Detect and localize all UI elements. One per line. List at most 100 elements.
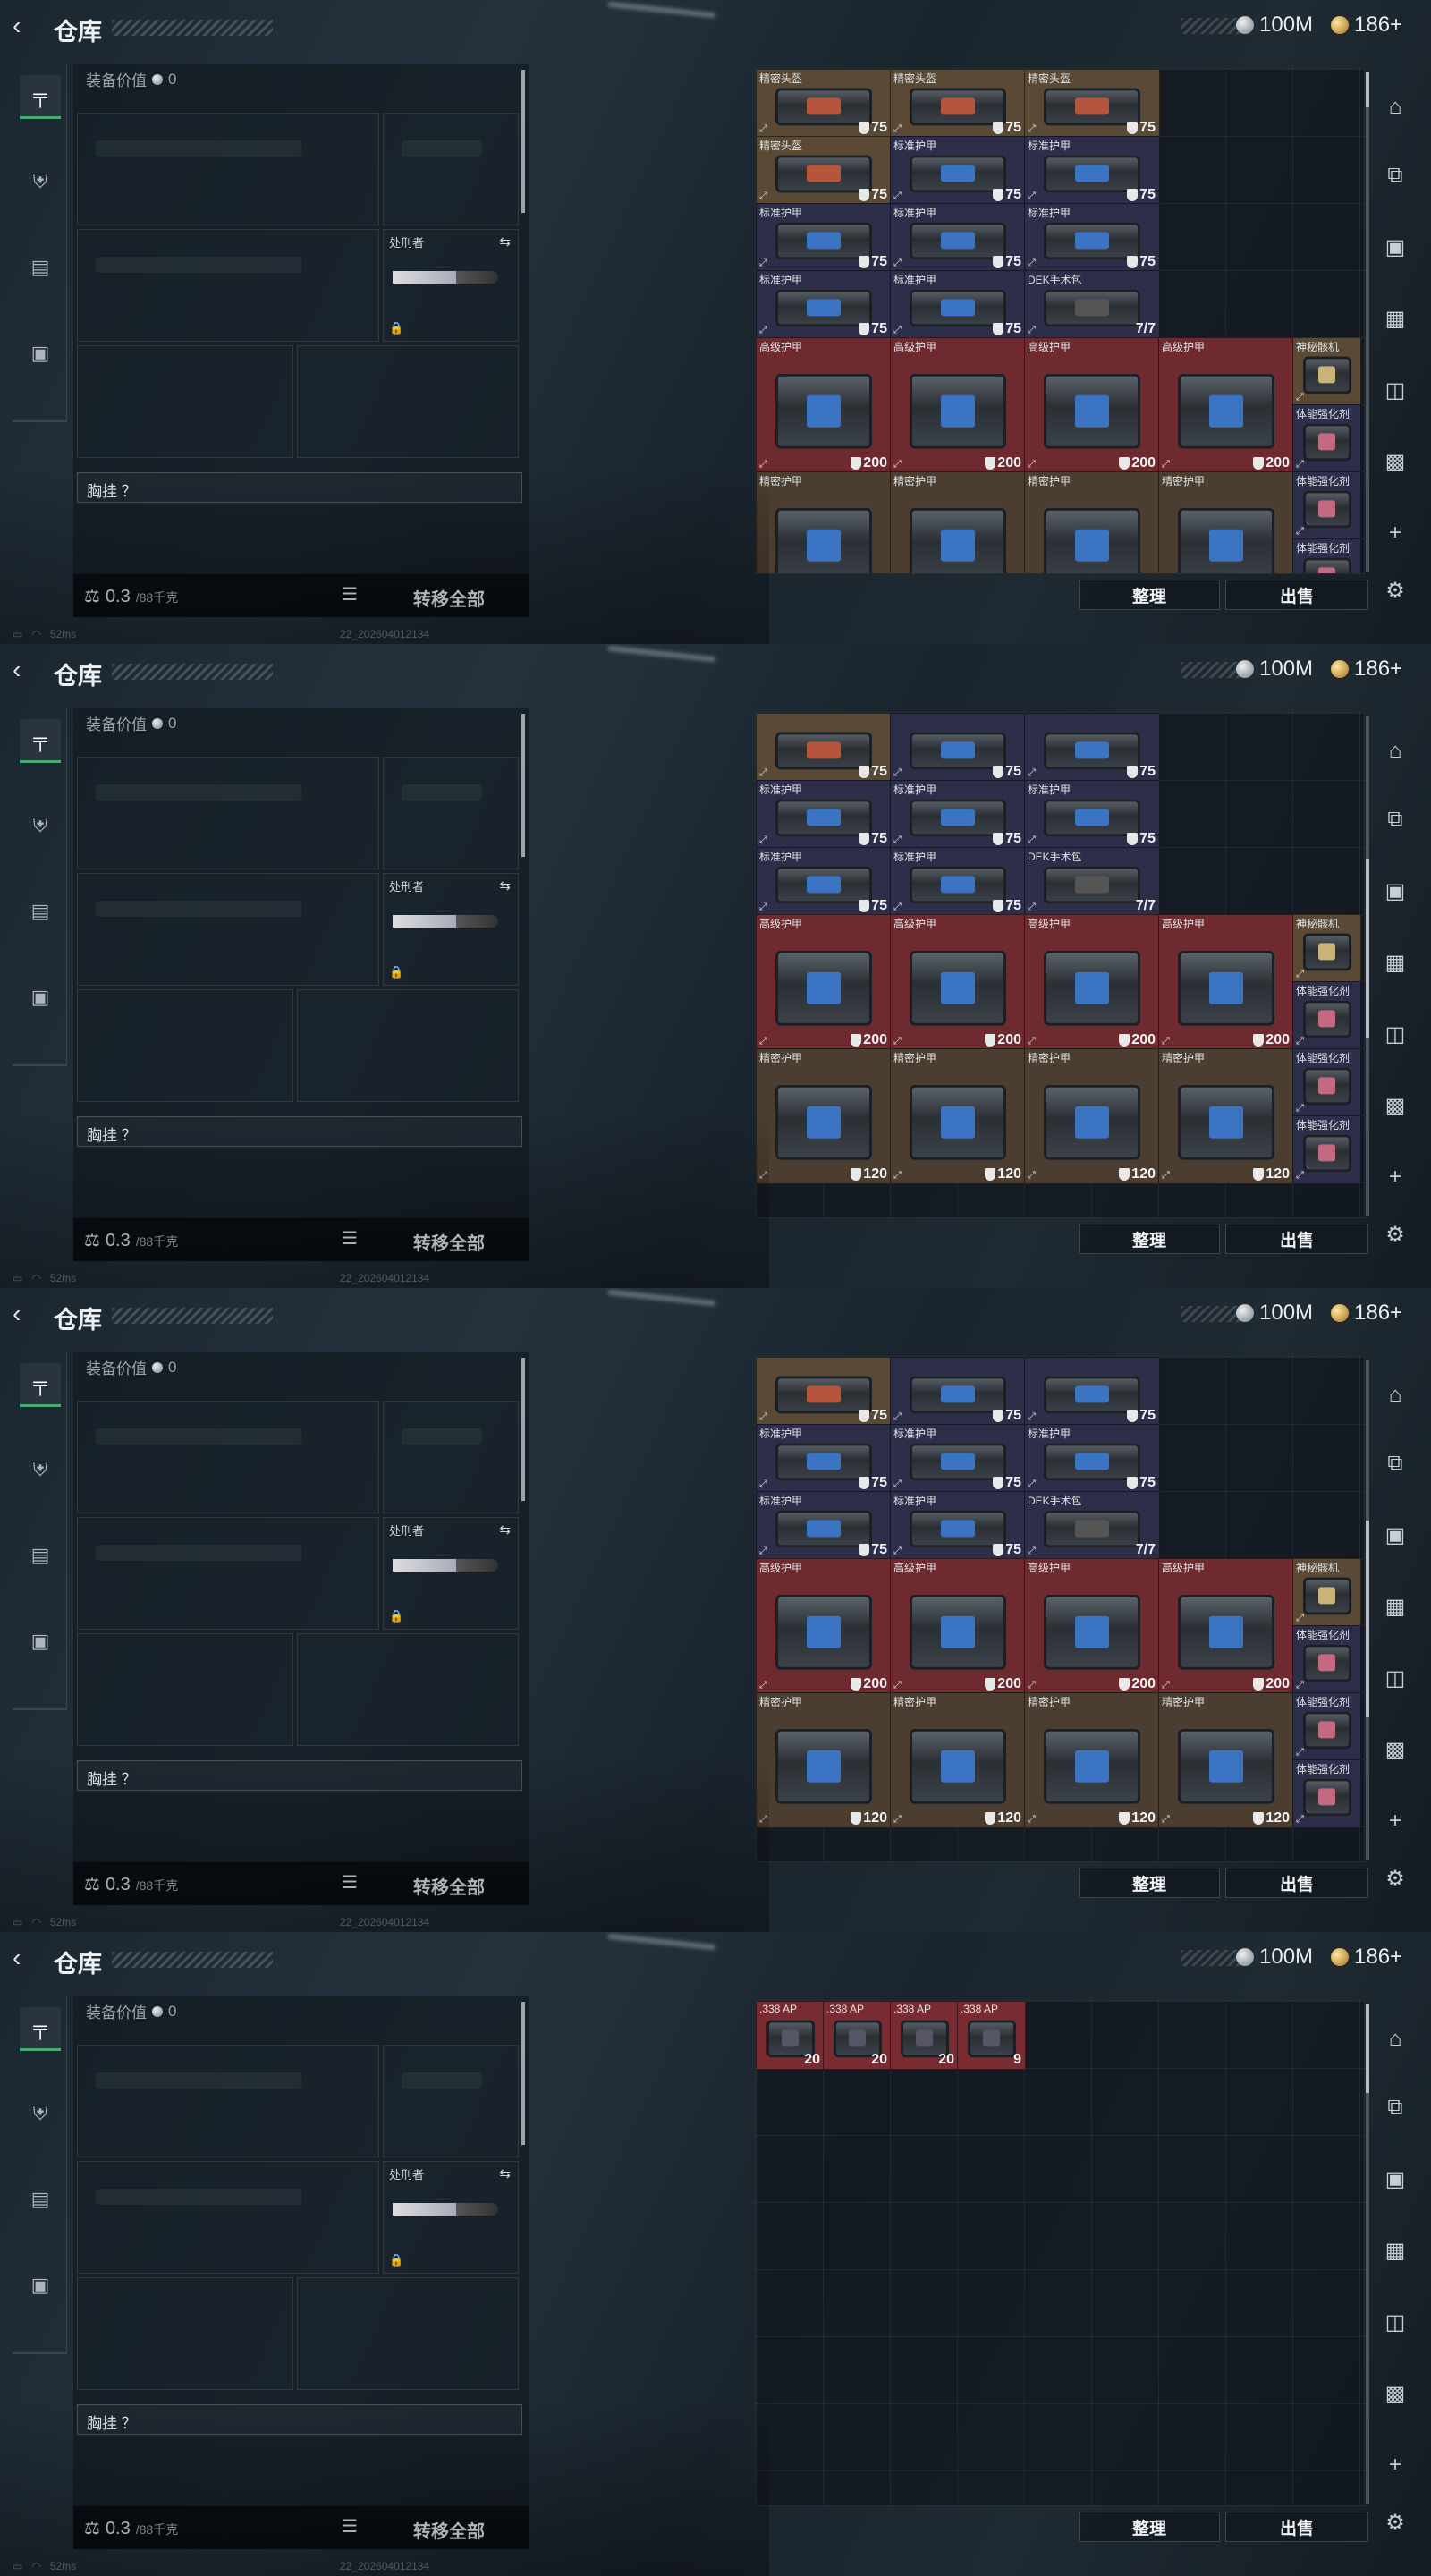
tab-3-icon[interactable]: ▦ — [1377, 2233, 1413, 2268]
settings-icon[interactable]: ⚙ — [1377, 1216, 1413, 1252]
secondary-weapon-slot[interactable] — [77, 229, 379, 342]
storage-scrollbar[interactable] — [1366, 72, 1369, 572]
storage-item[interactable]: 标准护甲 75 ⤢ — [890, 1491, 1026, 1560]
helmet-slot[interactable] — [77, 2277, 293, 2390]
storage-item[interactable]: .338 AP 20 — [890, 2001, 959, 2070]
helmet-slot[interactable] — [77, 1633, 293, 1746]
tab-5-icon[interactable]: ▩ — [1377, 2376, 1413, 2411]
list-icon[interactable]: ☰ — [342, 1227, 358, 1250]
storage-scroll-thumb[interactable] — [1366, 859, 1369, 1038]
storage-item[interactable]: .338 AP 20 — [756, 2001, 825, 2070]
storage-item[interactable]: 标准护甲 75 ⤢ — [756, 270, 892, 339]
list-icon[interactable]: ☰ — [342, 1871, 358, 1894]
storage-item[interactable]: 75 ⤢ — [890, 713, 1026, 782]
gold-currency[interactable]: 186+ — [1331, 1945, 1402, 1970]
storage-item[interactable]: 体能强化剂⤢ — [1292, 538, 1361, 573]
briefcase-icon[interactable]: ▣ — [20, 1621, 61, 1662]
tab-iv-icon[interactable]: ⧉ — [1377, 2089, 1413, 2125]
tab-iv-icon[interactable]: ⧉ — [1377, 1445, 1413, 1481]
storage-item[interactable]: .338 AP 9 — [957, 2001, 1026, 2070]
vest-icon[interactable]: ▤ — [20, 1535, 61, 1576]
pistol-slot[interactable] — [383, 757, 519, 869]
pistol-slot[interactable] — [383, 2045, 519, 2157]
storage-scrollbar[interactable] — [1366, 2004, 1369, 2504]
briefcase-icon[interactable]: ▣ — [20, 977, 61, 1018]
storage-item[interactable]: 标准护甲 75 ⤢ — [1024, 1424, 1160, 1493]
storage-item[interactable]: 高级护甲 200 ⤢ — [756, 1558, 892, 1694]
armor-slot[interactable] — [297, 345, 519, 458]
storage-item[interactable]: 体能强化剂⤢ — [1292, 1759, 1361, 1828]
storage-item[interactable]: 标准护甲 75 ⤢ — [756, 780, 892, 849]
vest-icon[interactable]: ▤ — [20, 891, 61, 932]
storage-item[interactable]: 标准护甲 75 ⤢ — [1024, 136, 1160, 205]
tab-4-icon[interactable]: ◫ — [1377, 1660, 1413, 1696]
tab-2-icon[interactable]: ▣ — [1377, 2161, 1413, 2197]
chest-rig-slot[interactable]: 胸挂 ？ — [77, 1760, 522, 1791]
swap-icon[interactable]: ⇆ — [499, 233, 511, 250]
storage-item[interactable]: 精密护甲120⤢ — [890, 1048, 1026, 1184]
storage-item[interactable]: 标准护甲 75 ⤢ — [890, 270, 1026, 339]
transfer-all-button[interactable]: 转移全部 — [413, 585, 485, 611]
tab-4-icon[interactable]: ◫ — [1377, 372, 1413, 408]
melee-slot[interactable]: 处刑者 ⇆ 🔒 — [383, 2161, 519, 2274]
storage-item[interactable]: 标准护甲 75 ⤢ — [756, 1491, 892, 1560]
storage-item[interactable]: 标准护甲 75 ⤢ — [756, 203, 892, 272]
transfer-all-button[interactable]: 转移全部 — [413, 1229, 485, 1255]
storage-item[interactable]: 体能强化剂⤢ — [1292, 1625, 1361, 1694]
storage-item[interactable]: 精密护甲120⤢ — [1158, 471, 1294, 573]
pistol-slot[interactable] — [383, 113, 519, 225]
storage-item[interactable]: 精密护甲120⤢ — [890, 1692, 1026, 1828]
storage-item[interactable]: 精密头盔 75 ⤢ — [890, 69, 1026, 138]
secondary-weapon-slot[interactable] — [77, 2161, 379, 2274]
storage-item[interactable]: 神秘骸机 ⤢ — [1292, 337, 1361, 406]
storage-item[interactable]: 神秘骸机 ⤢ — [1292, 1558, 1361, 1627]
storage-scrollbar[interactable] — [1366, 716, 1369, 1216]
storage-grid[interactable]: .338 AP 20 .338 AP 20 .338 AP 20 .338 AP 9 — [755, 2000, 1365, 2506]
back-icon[interactable]: ‹ — [13, 1945, 39, 1971]
storage-item[interactable]: DEK手术包 7/7 ⤢ — [1024, 1491, 1160, 1560]
add-tab-icon[interactable]: + — [1377, 515, 1413, 551]
gold-currency[interactable]: 186+ — [1331, 1301, 1402, 1326]
storage-item[interactable]: 精密护甲120⤢ — [756, 1048, 892, 1184]
sort-button[interactable]: 整理 — [1079, 580, 1220, 610]
add-tab-icon[interactable]: + — [1377, 2447, 1413, 2483]
tab-5-icon[interactable]: ▩ — [1377, 1732, 1413, 1767]
storage-item[interactable]: 高级护甲 200 ⤢ — [1024, 1558, 1160, 1694]
storage-item[interactable]: 标准护甲 75 ⤢ — [756, 1424, 892, 1493]
helmet-slot[interactable] — [77, 989, 293, 1102]
storage-grid[interactable]: 精密头盔 75 ⤢ 精密头盔 75 ⤢ 精密头盔 75 ⤢ 精密头盔 75 ⤢ 标准护甲 75 ⤢ 标准护甲 7… — [755, 68, 1365, 574]
storage-item[interactable]: 体能强化剂⤢ — [1292, 404, 1361, 473]
melee-slot[interactable]: 处刑者 ⇆ 🔒 — [383, 1517, 519, 1630]
back-icon[interactable]: ‹ — [13, 657, 39, 683]
storage-item[interactable]: 高级护甲 200 ⤢ — [1158, 1558, 1294, 1694]
storage-item[interactable]: 精密护甲120⤢ — [756, 471, 892, 573]
tab-3-icon[interactable]: ▦ — [1377, 1589, 1413, 1624]
tab-2-icon[interactable]: ▣ — [1377, 873, 1413, 909]
storage-item[interactable]: 75 ⤢ — [756, 713, 892, 782]
storage-item[interactable]: 75 ⤢ — [1024, 713, 1160, 782]
gun-icon[interactable]: ╤ — [20, 719, 61, 763]
tab-iv-icon[interactable]: ⧉ — [1377, 801, 1413, 837]
secondary-weapon-slot[interactable] — [77, 873, 379, 986]
tab-5-icon[interactable]: ▩ — [1377, 1088, 1413, 1123]
melee-slot[interactable]: 处刑者 ⇆ 🔒 — [383, 229, 519, 342]
equipment-scrollbar[interactable] — [521, 714, 525, 857]
storage-scroll-thumb[interactable] — [1366, 2004, 1369, 2093]
storage-item[interactable]: 精密护甲120⤢ — [1158, 1692, 1294, 1828]
storage-item[interactable]: 精密护甲120⤢ — [1024, 1692, 1160, 1828]
silver-currency[interactable]: 100M — [1236, 13, 1313, 38]
armor-slot[interactable] — [297, 1633, 519, 1746]
vest-icon[interactable]: ▤ — [20, 247, 61, 288]
add-tab-icon[interactable]: + — [1377, 1803, 1413, 1839]
silver-currency[interactable]: 100M — [1236, 1301, 1313, 1326]
armor-icon[interactable]: ⛨ — [20, 805, 61, 846]
gold-currency[interactable]: 186+ — [1331, 657, 1402, 682]
back-icon[interactable]: ‹ — [13, 1301, 39, 1327]
storage-item[interactable]: 精密头盔 75 ⤢ — [1024, 69, 1160, 138]
storage-item[interactable]: 体能强化剂⤢ — [1292, 981, 1361, 1050]
storage-item[interactable]: .338 AP 20 — [823, 2001, 892, 2070]
storage-grid[interactable]: 75 ⤢ 75 ⤢ 75 ⤢ 标准护甲 75 ⤢ 标准护甲 75 ⤢ 标准护甲 75 ⤢ 标准护甲 75 ⤢ 标准护… — [755, 712, 1365, 1218]
briefcase-icon[interactable]: ▣ — [20, 2265, 61, 2306]
settings-icon[interactable]: ⚙ — [1377, 572, 1413, 608]
sort-button[interactable]: 整理 — [1079, 1868, 1220, 1898]
